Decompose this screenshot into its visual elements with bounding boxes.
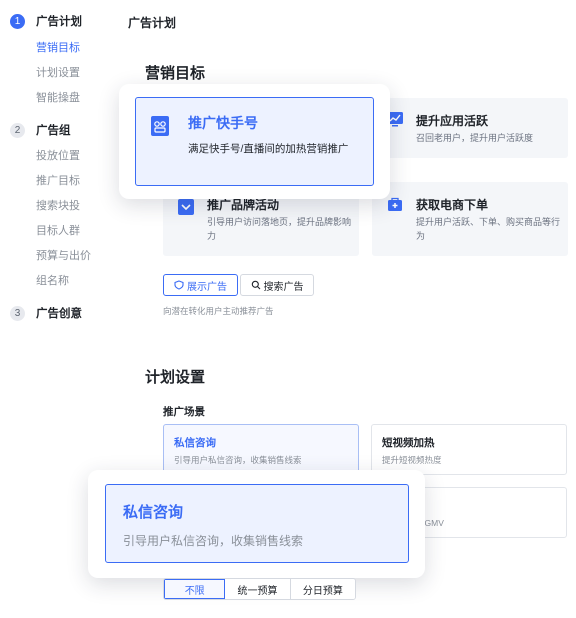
budget-option-unlimited[interactable]: 不限 (164, 579, 226, 599)
section-title-plan: 计划设置 (145, 369, 206, 386)
page-title: 广告计划 (128, 16, 177, 30)
goal-card-title: 提升应用活跃 (416, 114, 489, 128)
tab-search-ad[interactable]: 搜索广告 (240, 274, 314, 296)
section-title-marketing: 营销目标 (145, 65, 206, 82)
popup-desc: 引导用户私信咨询，收集销售线索 (123, 534, 304, 548)
tab-display-ad[interactable]: 展示广告 (163, 274, 238, 296)
budget-option-unified[interactable]: 统一预算 (225, 579, 291, 599)
budget-segmented-control: 不限 统一预算 分日预算 (163, 578, 356, 600)
popup-title: 私信咨询 (123, 504, 184, 521)
sidebar-item-search-block[interactable]: 搜索块投 (36, 197, 80, 213)
sidebar-item-placement[interactable]: 投放位置 (36, 147, 80, 163)
popup-title: 推广快手号 (188, 115, 258, 131)
step-number: 1 (10, 13, 25, 29)
sidebar-item-marketing-goal[interactable]: 营销目标 (36, 39, 80, 55)
step-ad-creative[interactable]: 3 广告创意 (10, 305, 82, 321)
sidebar-item-plan-settings[interactable]: 计划设置 (36, 64, 80, 80)
search-icon (251, 280, 260, 290)
shopping-cart-icon (388, 197, 402, 211)
budget-option-daily[interactable]: 分日预算 (290, 579, 355, 599)
scene-label: 推广场景 (163, 406, 205, 418)
scene-card-private-msg[interactable]: 私信咨询 引导用户私信咨询，收集销售线索 (163, 424, 359, 475)
step-number: 2 (10, 122, 25, 138)
step-ad-plan[interactable]: 1 广告计划 (10, 13, 82, 29)
sidebar-item-smart-ops[interactable]: 智能操盘 (36, 89, 80, 105)
scene-desc: 引导用户私信咨询，收集销售线索 (174, 455, 302, 465)
popup-desc: 满足快手号/直播间的加热营销推广 (188, 143, 349, 155)
selected-scene-card[interactable]: 私信咨询 引导用户私信咨询，收集销售线索 (105, 484, 409, 563)
goal-card-desc: 引导用户访问落地页，提升品牌影响力 (207, 217, 352, 241)
scene-card-short-video[interactable]: 短视频加热 提升短视频热度 (371, 424, 567, 475)
goal-card-desc: 提升用户活跃、下单、购买商品等行为 (416, 217, 561, 241)
step-title: 广告计划 (36, 16, 82, 28)
sidebar-item-audience[interactable]: 目标人群 (36, 222, 80, 238)
scene-desc: 提升短视频热度 (382, 455, 442, 465)
step-title: 广告组 (36, 125, 71, 137)
popup-private-msg[interactable]: 私信咨询 引导用户私信咨询，收集销售线索 (88, 470, 425, 578)
goal-card-app-active[interactable]: 提升应用活跃 召回老用户，提升用户活跃度 (372, 98, 568, 158)
step-number: 3 (10, 305, 25, 321)
scene-title: 短视频加热 (382, 437, 435, 449)
sidebar-item-promo-target[interactable]: 推广目标 (36, 172, 80, 188)
goal-card-ecommerce[interactable]: 获取电商下单 提升用户活跃、下单、购买商品等行为 (372, 182, 568, 256)
brand-flag-icon (178, 199, 194, 215)
goal-card-desc: 召回老用户，提升用户活跃度 (416, 133, 534, 143)
tab-label: 展示广告 (187, 281, 227, 293)
kuaishou-icon (151, 116, 169, 136)
sidebar-item-budget-bid[interactable]: 预算与出价 (36, 247, 91, 263)
sidebar-item-group-name[interactable]: 组名称 (36, 272, 69, 288)
scene-title: 私信咨询 (174, 437, 216, 449)
ad-type-hint: 向潜在转化用户主动推荐广告 (163, 306, 274, 316)
goal-card-title: 获取电商下单 (416, 198, 489, 212)
popup-kuaishou-card[interactable]: 推广快手号 满足快手号/直播间的加热营销推广 (119, 84, 390, 199)
shield-icon (174, 280, 184, 290)
tab-label: 搜索广告 (263, 281, 304, 293)
step-title: 广告创意 (36, 308, 82, 320)
step-ad-group[interactable]: 2 广告组 (10, 122, 71, 138)
selected-goal-card[interactable]: 推广快手号 满足快手号/直播间的加热营销推广 (135, 97, 374, 186)
